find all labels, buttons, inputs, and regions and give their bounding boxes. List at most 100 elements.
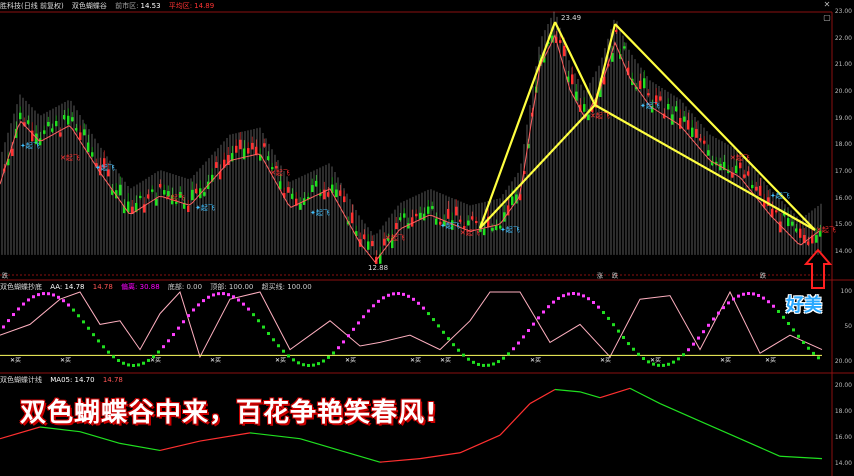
candle-body: [83, 129, 86, 136]
axis-tick-label: 20.00: [834, 358, 852, 365]
oscillator-dot: [482, 363, 485, 367]
candle-body: [247, 148, 250, 154]
oscillator-dot: [202, 299, 205, 303]
candle-body: [623, 46, 626, 49]
candle-body: [215, 162, 218, 168]
oscillator-dot: [807, 346, 810, 350]
oscillator-dot: [812, 351, 815, 355]
panel2-name[interactable]: 双色蝴蝶抄底: [0, 283, 42, 291]
panel3-header: 双色蝴蝶计线 MA05: 14.70 14.78: [0, 374, 129, 386]
trend-line: [659, 403, 701, 422]
signal-marker: ✕买: [650, 356, 661, 364]
signal-marker: ✕买: [210, 356, 221, 364]
oscillator-dot: [642, 357, 645, 361]
signal-marker: ✕买: [530, 356, 541, 364]
badge-text: 好美: [786, 295, 822, 316]
signal-marker: ✕起飞: [385, 234, 405, 242]
trend-line: [554, 388, 581, 393]
candle-body: [583, 104, 586, 112]
axis-tick-label: 50: [844, 323, 852, 330]
signal-marker: ✕起飞: [60, 154, 80, 162]
oscillator-dot: [32, 295, 35, 299]
oscillator-dot: [107, 350, 110, 354]
axis-tick-label: 100: [840, 288, 852, 295]
oscillator-dot: [267, 331, 270, 335]
axis-tick-label: 15.00: [834, 221, 852, 229]
oscillator-dot: [547, 305, 550, 309]
oscillator-dot: [17, 307, 20, 311]
signal-marker: ✕买: [60, 356, 71, 364]
oscillator-dot: [487, 363, 490, 367]
oscillator-dot: [357, 321, 360, 325]
oscillator-dot: [192, 308, 195, 312]
panel2-bot: 底部: 0.00: [167, 283, 203, 291]
oscillator-dot: [277, 344, 280, 348]
oscillator-dot: [667, 362, 670, 366]
oscillator-dot: [592, 300, 595, 304]
oscillator-dot: [422, 306, 425, 310]
candle-body: [415, 213, 418, 217]
candle-body: [687, 120, 690, 130]
oscillator-dot: [317, 362, 320, 366]
oscillator-dot: [552, 300, 555, 304]
oscillator-dot: [262, 325, 265, 329]
panel3-name[interactable]: 双色蝴蝶计线: [0, 376, 42, 384]
oscillator-dot: [557, 296, 560, 300]
oscillator-dot: [62, 299, 65, 303]
panel2-axis: 100 50 20.00: [832, 288, 854, 372]
oscillator-dot: [702, 330, 705, 334]
oscillator-dot: [7, 319, 10, 323]
signal-marker: ✕买: [150, 356, 161, 364]
oscillator-dot: [677, 357, 680, 361]
oscillator-dot: [392, 292, 395, 296]
trend-line: [299, 438, 341, 452]
candle-body: [435, 218, 438, 225]
trend-line: [499, 403, 531, 436]
axis-tick-label: 18.00: [834, 141, 852, 149]
oscillator-dot: [622, 335, 625, 339]
candle-body: [315, 180, 318, 187]
candle-body: [419, 212, 422, 220]
candle-body: [287, 187, 290, 193]
oscillator-dot: [287, 354, 290, 358]
oscillator-dot: [57, 295, 60, 299]
oscillator-dot: [302, 363, 305, 367]
oscillator-dot: [242, 302, 245, 306]
oscillator-dot: [532, 322, 535, 326]
oscillator-dot: [322, 359, 325, 363]
axis-tick-label: 23.00: [834, 8, 852, 15]
candle-body: [779, 221, 782, 233]
candle-body: [63, 115, 66, 120]
oscillator-dot: [362, 315, 365, 319]
candle-body: [447, 208, 450, 219]
oscillator-dot: [117, 358, 120, 362]
oscillator-dot: [92, 333, 95, 337]
oscillator-dot: [127, 363, 130, 367]
panel2-dev: 偏离: 30.88: [121, 283, 160, 291]
oscillator-dot: [657, 363, 660, 367]
oscillator-dot: [577, 292, 580, 296]
candle-body: [19, 112, 22, 120]
axis-tick-label: 17.00: [834, 168, 852, 175]
candle-body: [483, 228, 486, 236]
axis-tick-label: 20.00: [834, 88, 852, 95]
oscillator-dot: [662, 363, 665, 367]
panel3-axis: 20.00 18.00 16.00 14.00: [832, 382, 854, 474]
trend-line: [579, 391, 601, 399]
candle-body: [363, 234, 366, 239]
trend-line: [249, 432, 301, 440]
oscillator-dot: [187, 314, 190, 318]
axis-tick-label: 20.00: [834, 382, 852, 389]
signal-marker: ✕起飞: [460, 229, 480, 237]
signal-marker: ✦起飞: [20, 142, 40, 150]
candle-body: [667, 103, 670, 110]
oscillator-dot: [182, 320, 185, 324]
oscillator-dot: [477, 362, 480, 366]
candle-body: [335, 189, 338, 198]
oscillator-dot: [212, 293, 215, 297]
candle-body: [571, 74, 574, 85]
candle-body: [263, 143, 266, 147]
candle-body: [47, 121, 50, 127]
trend-line: [379, 458, 421, 463]
oscillator-dot: [757, 293, 760, 297]
